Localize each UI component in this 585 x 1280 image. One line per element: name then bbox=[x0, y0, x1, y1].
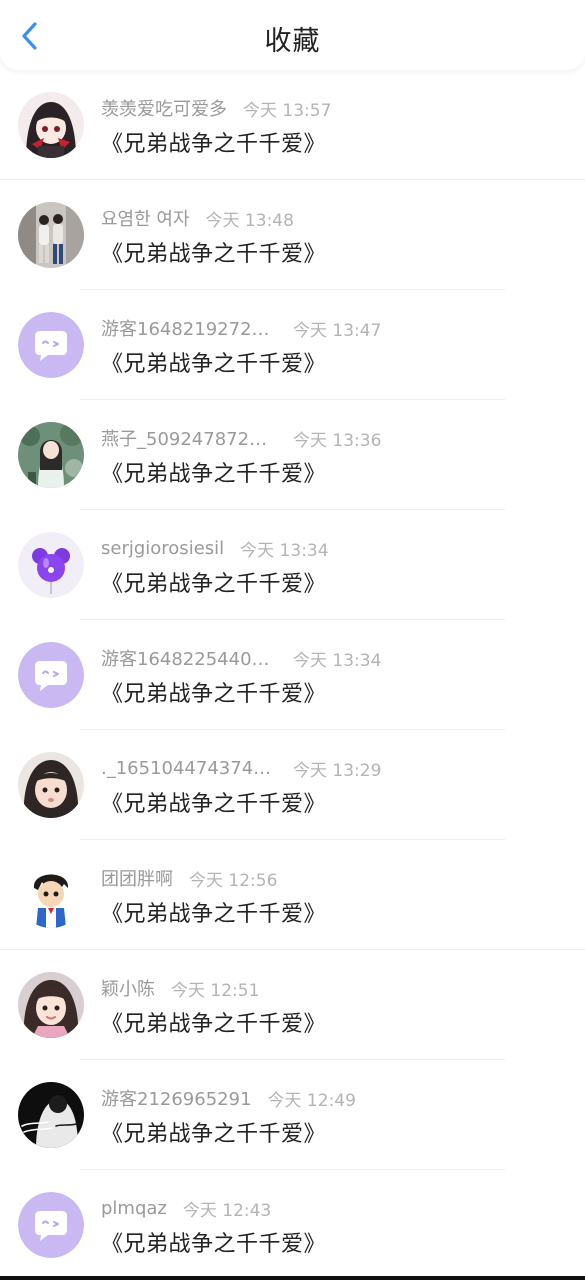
bottom-edge-bar bbox=[0, 1276, 585, 1280]
username: 燕子_509247872… bbox=[101, 429, 268, 450]
timestamp: 今天 13:47 bbox=[293, 320, 382, 341]
default-chat-avatar[interactable] bbox=[18, 312, 84, 378]
list-item[interactable]: plmqaz 今天 12:43 《兄弟战争之千千爱》 bbox=[0, 1170, 585, 1280]
list-item[interactable]: serjgiorosiesil 今天 13:34 《兄弟战争之千千爱》 bbox=[0, 510, 585, 620]
book-title: 《兄弟战争之千千爱》 bbox=[101, 902, 327, 927]
list-item[interactable]: 羡羡爱吃可爱多 今天 13:57 《兄弟战争之千千爱》 bbox=[0, 70, 585, 180]
book-title: 《兄弟战争之千千爱》 bbox=[101, 572, 327, 597]
dark-calligraphy-avatar[interactable] bbox=[18, 1082, 84, 1148]
default-chat-avatar[interactable] bbox=[18, 1192, 84, 1258]
list-item[interactable]: 燕子_509247872… 今天 13:36 《兄弟战争之千千爱》 bbox=[0, 400, 585, 510]
book-title: 《兄弟战争之千千爱》 bbox=[101, 1012, 327, 1037]
two-girls-photo-avatar[interactable] bbox=[18, 202, 84, 268]
timestamp: 今天 12:56 bbox=[189, 870, 278, 891]
timestamp: 今天 12:51 bbox=[171, 980, 260, 1001]
book-title: 《兄弟战争之千千爱》 bbox=[101, 1122, 327, 1147]
child-photo-avatar[interactable] bbox=[18, 752, 84, 818]
book-title: 《兄弟战争之千千爱》 bbox=[101, 462, 327, 487]
username: ._165104474374… bbox=[101, 757, 272, 779]
timestamp: 今天 13:34 bbox=[293, 650, 382, 671]
list-item[interactable]: 요염한 여자 今天 13:48 《兄弟战争之千千爱》 bbox=[0, 180, 585, 290]
garden-girl-avatar[interactable] bbox=[18, 422, 84, 488]
username: 游客2126965291 bbox=[101, 1089, 252, 1110]
top-nav-bar: 收藏 bbox=[0, 0, 585, 70]
list-item[interactable]: 团团胖啊 今天 12:56 《兄弟战争之千千爱》 bbox=[0, 840, 585, 950]
username: 颖小陈 bbox=[101, 979, 155, 1000]
list-item[interactable]: 游客1648219272… 今天 13:47 《兄弟战争之千千爱》 bbox=[0, 290, 585, 400]
username: 游客1648225440… bbox=[101, 649, 270, 670]
list-item[interactable]: 游客2126965291 今天 12:49 《兄弟战争之千千爱》 bbox=[0, 1060, 585, 1170]
timestamp: 今天 13:34 bbox=[240, 540, 329, 561]
username: 游客1648219272… bbox=[101, 319, 270, 340]
book-title: 《兄弟战争之千千爱》 bbox=[101, 682, 327, 707]
username: 요염한 여자 bbox=[101, 209, 190, 230]
cartoon-boy-avatar[interactable] bbox=[18, 862, 84, 928]
book-title: 《兄弟战争之千千爱》 bbox=[101, 132, 327, 157]
list-item[interactable]: ._165104474374… 今天 13:29 《兄弟战争之千千爱》 bbox=[0, 730, 585, 840]
default-chat-avatar[interactable] bbox=[18, 642, 84, 708]
timestamp: 今天 12:49 bbox=[267, 1090, 356, 1111]
book-title: 《兄弟战争之千千爱》 bbox=[101, 1232, 327, 1257]
page-title: 收藏 bbox=[264, 26, 321, 57]
timestamp: 今天 13:36 bbox=[293, 430, 382, 451]
username: 羡羡爱吃可爱多 bbox=[101, 99, 227, 120]
timestamp: 今天 13:29 bbox=[293, 760, 382, 781]
timestamp: 今天 12:43 bbox=[182, 1200, 272, 1221]
list-item[interactable]: 游客1648225440… 今天 13:34 《兄弟战争之千千爱》 bbox=[0, 620, 585, 730]
username: serjgiorosiesil bbox=[101, 537, 225, 559]
little-girl-avatar[interactable] bbox=[18, 972, 84, 1038]
favorites-list: 羡羡爱吃可爱多 今天 13:57 《兄弟战争之千千爱》 요염한 여자 今天 13… bbox=[0, 70, 585, 1280]
book-title: 《兄弟战争之千千爱》 bbox=[101, 792, 327, 817]
list-item[interactable]: 颖小陈 今天 12:51 《兄弟战争之千千爱》 bbox=[0, 950, 585, 1060]
username: 团团胖啊 bbox=[101, 869, 173, 890]
timestamp: 今天 13:57 bbox=[243, 100, 332, 121]
purple-balloon-avatar[interactable] bbox=[18, 532, 84, 598]
username: plmqaz bbox=[101, 1197, 167, 1219]
timestamp: 今天 13:48 bbox=[205, 210, 294, 231]
book-title: 《兄弟战争之千千爱》 bbox=[101, 352, 327, 377]
anime-girl-avatar[interactable] bbox=[18, 92, 84, 158]
book-title: 《兄弟战争之千千爱》 bbox=[101, 242, 327, 267]
